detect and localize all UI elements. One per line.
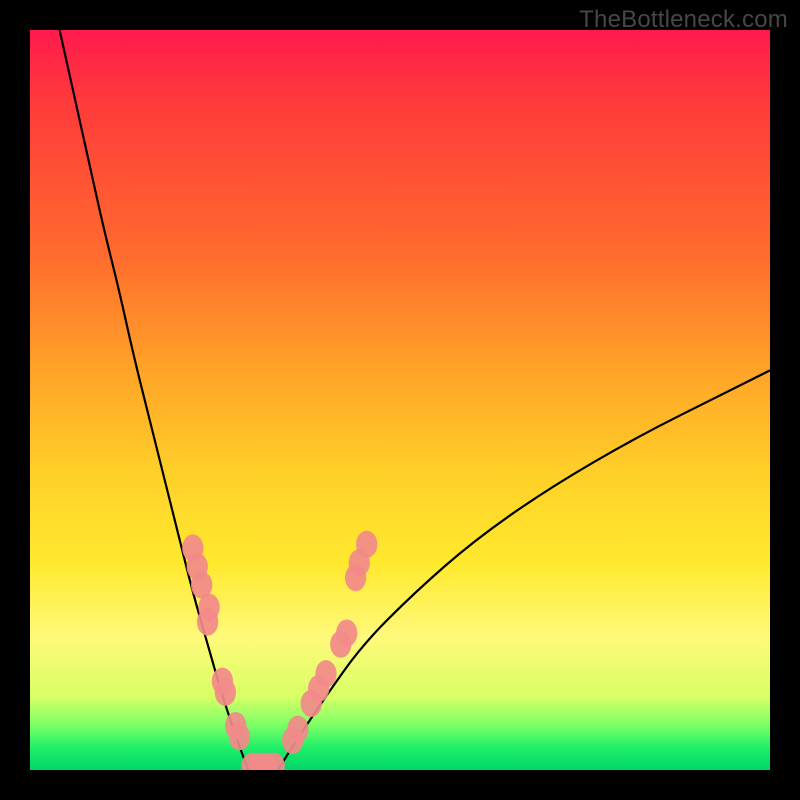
chart-frame: TheBottleneck.com [0,0,800,800]
marker-dot [356,531,377,558]
marker-dots-group [182,531,377,770]
marker-dot [315,660,336,687]
marker-dot [336,619,357,646]
marker-dot [215,679,236,706]
left-branch-curve [60,30,249,770]
marker-dot [229,723,250,750]
plot-area [30,30,770,770]
marker-dot [197,608,218,635]
marker-dot [287,716,308,743]
chart-svg [30,30,770,770]
